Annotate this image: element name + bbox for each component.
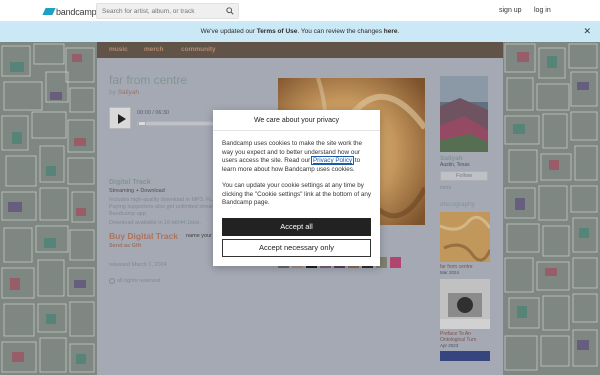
search-icon[interactable] (226, 7, 234, 15)
close-icon[interactable]: ✕ (583, 27, 591, 36)
search-box[interactable] (96, 3, 239, 19)
log-in-link[interactable]: log in (534, 7, 551, 14)
accept-all-button[interactable]: Accept all (222, 218, 371, 236)
notice-prefix: We've updated our (200, 28, 257, 35)
terms-notice-bar: We've updated our Terms of Use. You can … (0, 22, 600, 42)
sign-up-link[interactable]: sign up (499, 7, 522, 14)
accept-necessary-button[interactable]: Accept necessary only (222, 239, 371, 257)
cookie-consent-modal: We care about your privacy Bandcamp uses… (213, 110, 380, 266)
privacy-policy-link[interactable]: Privacy Policy (310, 156, 355, 166)
logo-mark-icon (42, 8, 56, 15)
modal-title: We care about your privacy (213, 110, 380, 131)
search-input[interactable] (97, 4, 222, 18)
cookie-paragraph-1: Bandcamp uses cookies to make the site w… (222, 140, 374, 175)
notice-middle: . You can review the changes (297, 28, 384, 35)
logo-text: bandcamp (56, 6, 97, 17)
cookie-paragraph-2: You can update your cookie settings at a… (222, 182, 372, 207)
notice-text: We've updated our Terms of Use. You can … (0, 28, 600, 35)
top-bar: bandcamp sign up log in (0, 0, 600, 22)
terms-of-use-link[interactable]: Terms of Use (257, 28, 298, 35)
bandcamp-logo[interactable]: bandcamp (42, 6, 97, 17)
here-link[interactable]: here (384, 28, 398, 35)
notice-suffix: . (397, 28, 400, 35)
